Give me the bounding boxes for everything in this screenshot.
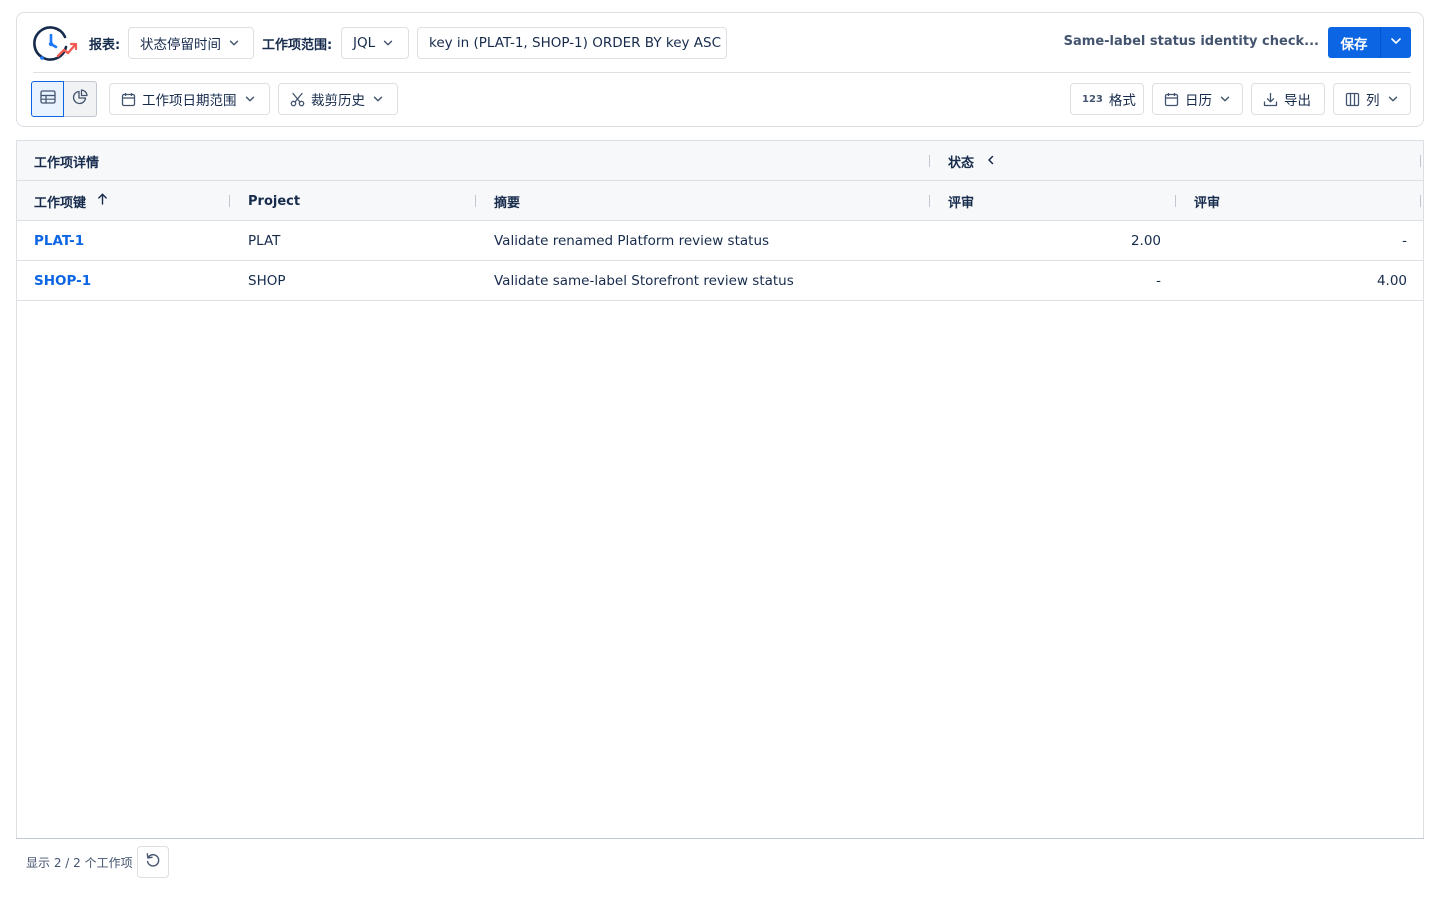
pie-chart-icon bbox=[72, 89, 88, 109]
chevron-down-icon bbox=[245, 94, 255, 104]
work-item-date-range-button[interactable]: 工作项日期范围 bbox=[109, 83, 270, 115]
format-button[interactable]: 123 格式 bbox=[1070, 83, 1144, 115]
project-cell: PLAT bbox=[248, 233, 281, 249]
column-header-summary[interactable]: 摘要 bbox=[494, 181, 520, 221]
work-item-key-link[interactable]: PLAT-1 bbox=[34, 221, 84, 261]
column-header-review-b[interactable]: 评审 bbox=[1194, 181, 1220, 221]
project-cell: SHOP bbox=[248, 273, 286, 289]
review-a-cell: 2.00 bbox=[1130, 233, 1161, 249]
chevron-down-icon bbox=[383, 38, 393, 48]
save-button-label: 保存 bbox=[1340, 36, 1368, 53]
chevron-down-icon bbox=[373, 94, 383, 104]
trim-history-button[interactable]: 裁剪历史 bbox=[278, 83, 398, 115]
view-mode-toggle bbox=[31, 81, 98, 117]
column-header-key-label: 工作项键 bbox=[34, 195, 87, 211]
review-b-cell: 4.00 bbox=[1376, 273, 1407, 289]
columns-icon bbox=[1345, 92, 1360, 107]
review-a-cell: - bbox=[1156, 273, 1161, 289]
table-bottom-border bbox=[16, 838, 1424, 839]
toolbar-row-secondary: 工作项日期范围 裁剪历史 123 格式 日历 导出 列 bbox=[17, 73, 1423, 128]
column-resize-handle[interactable] bbox=[1420, 155, 1421, 167]
scope-type-select[interactable]: JQL bbox=[341, 27, 409, 59]
save-split-button: 保存 bbox=[1328, 27, 1411, 58]
download-icon bbox=[1263, 92, 1278, 107]
column-resize-handle[interactable] bbox=[929, 155, 930, 167]
group-header-status[interactable]: 状态 bbox=[948, 141, 996, 181]
column-header-key[interactable]: 工作项键 bbox=[34, 181, 108, 221]
report-toolbar-panel: 报表: 状态停留时间 工作项范围: JQL key in (PLAT-1, SH… bbox=[16, 12, 1424, 127]
calendar-label: 日历 bbox=[1185, 93, 1212, 109]
jql-query-input[interactable]: key in (PLAT-1, SHOP-1) ORDER BY key ASC bbox=[417, 27, 727, 59]
chevron-down-icon bbox=[1388, 94, 1398, 104]
report-label: 报表: bbox=[89, 38, 121, 53]
table-row[interactable]: PLAT-1 PLAT Validate renamed Platform re… bbox=[17, 221, 1423, 261]
columns-label: 列 bbox=[1366, 93, 1380, 109]
chevron-down-icon bbox=[1220, 94, 1230, 104]
chevron-down-icon bbox=[229, 38, 239, 48]
column-resize-handle[interactable] bbox=[929, 195, 930, 207]
chevron-down-icon bbox=[1390, 35, 1402, 51]
group-header-status-label: 状态 bbox=[948, 155, 975, 171]
calendar-button[interactable]: 日历 bbox=[1152, 83, 1243, 115]
report-type-select[interactable]: 状态停留时间 bbox=[128, 27, 254, 59]
export-button[interactable]: 导出 bbox=[1251, 83, 1325, 115]
jql-query-text: key in (PLAT-1, SHOP-1) ORDER BY key ASC bbox=[429, 35, 722, 51]
chevron-left-icon[interactable] bbox=[986, 154, 996, 169]
save-button[interactable]: 保存 bbox=[1328, 27, 1381, 58]
save-options-button[interactable] bbox=[1381, 27, 1411, 58]
table-group-header: 工作项详情 状态 bbox=[17, 141, 1423, 181]
column-resize-handle[interactable] bbox=[1420, 195, 1421, 207]
refresh-button[interactable] bbox=[137, 846, 169, 878]
chart-view-button[interactable] bbox=[64, 81, 97, 117]
toolbar-row-primary: 报表: 状态停留时间 工作项范围: JQL key in (PLAT-1, SH… bbox=[17, 13, 1423, 72]
table-view-button[interactable] bbox=[31, 81, 64, 117]
saved-report-name[interactable]: Same-label status identity check... bbox=[1064, 34, 1319, 49]
export-label: 导出 bbox=[1284, 93, 1311, 109]
column-header-review-a[interactable]: 评审 bbox=[948, 181, 974, 221]
date-range-label: 工作项日期范围 bbox=[142, 93, 237, 109]
work-item-key-link[interactable]: SHOP-1 bbox=[34, 261, 91, 301]
arrow-up-icon bbox=[97, 193, 108, 209]
scissors-icon bbox=[290, 92, 305, 107]
scope-type-value: JQL bbox=[353, 35, 376, 51]
calendar-icon bbox=[121, 92, 136, 107]
trim-history-label: 裁剪历史 bbox=[311, 93, 365, 109]
app-logo-icon bbox=[31, 23, 79, 63]
calendar-icon bbox=[1164, 92, 1179, 107]
review-b-cell: - bbox=[1402, 233, 1407, 249]
report-table: 工作项详情 状态 工作项键 Project 摘要 评审 评审 PLAT-1 PL… bbox=[16, 140, 1424, 839]
column-header-project[interactable]: Project bbox=[248, 181, 300, 221]
table-column-header: 工作项键 Project 摘要 评审 评审 bbox=[17, 181, 1423, 221]
summary-cell: Validate same-label Storefront review st… bbox=[494, 273, 794, 289]
column-resize-handle[interactable] bbox=[475, 195, 476, 207]
column-resize-handle[interactable] bbox=[229, 195, 230, 207]
number-format-icon: 123 bbox=[1082, 93, 1103, 105]
columns-button[interactable]: 列 bbox=[1333, 83, 1411, 115]
refresh-icon bbox=[145, 852, 161, 872]
summary-cell: Validate renamed Platform review status bbox=[494, 233, 770, 249]
report-type-value: 状态停留时间 bbox=[140, 37, 221, 53]
scope-label: 工作项范围: bbox=[262, 38, 333, 53]
format-label: 格式 bbox=[1108, 93, 1136, 109]
table-row[interactable]: SHOP-1 SHOP Validate same-label Storefro… bbox=[17, 261, 1423, 301]
group-header-details: 工作项详情 bbox=[34, 155, 100, 171]
item-count-text: 显示 2 / 2 个工作项 bbox=[26, 856, 133, 870]
table-icon bbox=[39, 90, 56, 108]
column-resize-handle[interactable] bbox=[1175, 195, 1176, 207]
